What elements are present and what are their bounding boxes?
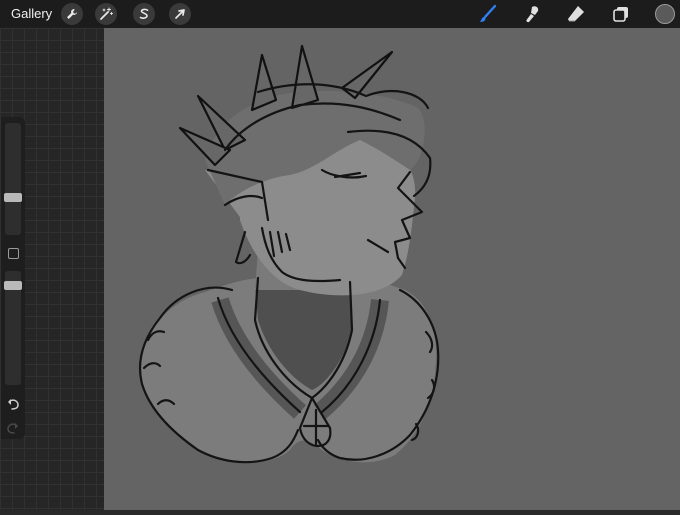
character-sketch	[138, 44, 440, 464]
eraser-icon[interactable]	[564, 3, 588, 25]
drawing-canvas[interactable]	[104, 28, 680, 510]
arrow-cursor-icon[interactable]	[169, 3, 191, 25]
color-swatch[interactable]	[655, 4, 675, 24]
modify-button[interactable]	[8, 248, 19, 259]
side-toolbar	[1, 117, 25, 439]
brush-icon[interactable]	[476, 3, 500, 25]
selection-s-icon[interactable]	[133, 3, 155, 25]
undo-icon[interactable]	[6, 397, 20, 411]
redo-icon[interactable]	[6, 421, 20, 435]
opacity-handle[interactable]	[4, 281, 22, 290]
magic-wand-icon[interactable]	[95, 3, 117, 25]
smudge-icon[interactable]	[521, 3, 545, 25]
top-toolbar: Gallery	[0, 0, 680, 28]
brush-size-slider[interactable]	[5, 123, 21, 235]
brush-size-handle[interactable]	[4, 193, 22, 202]
gallery-button[interactable]: Gallery	[11, 6, 52, 21]
layers-icon[interactable]	[609, 3, 633, 25]
wrench-icon[interactable]	[61, 3, 83, 25]
